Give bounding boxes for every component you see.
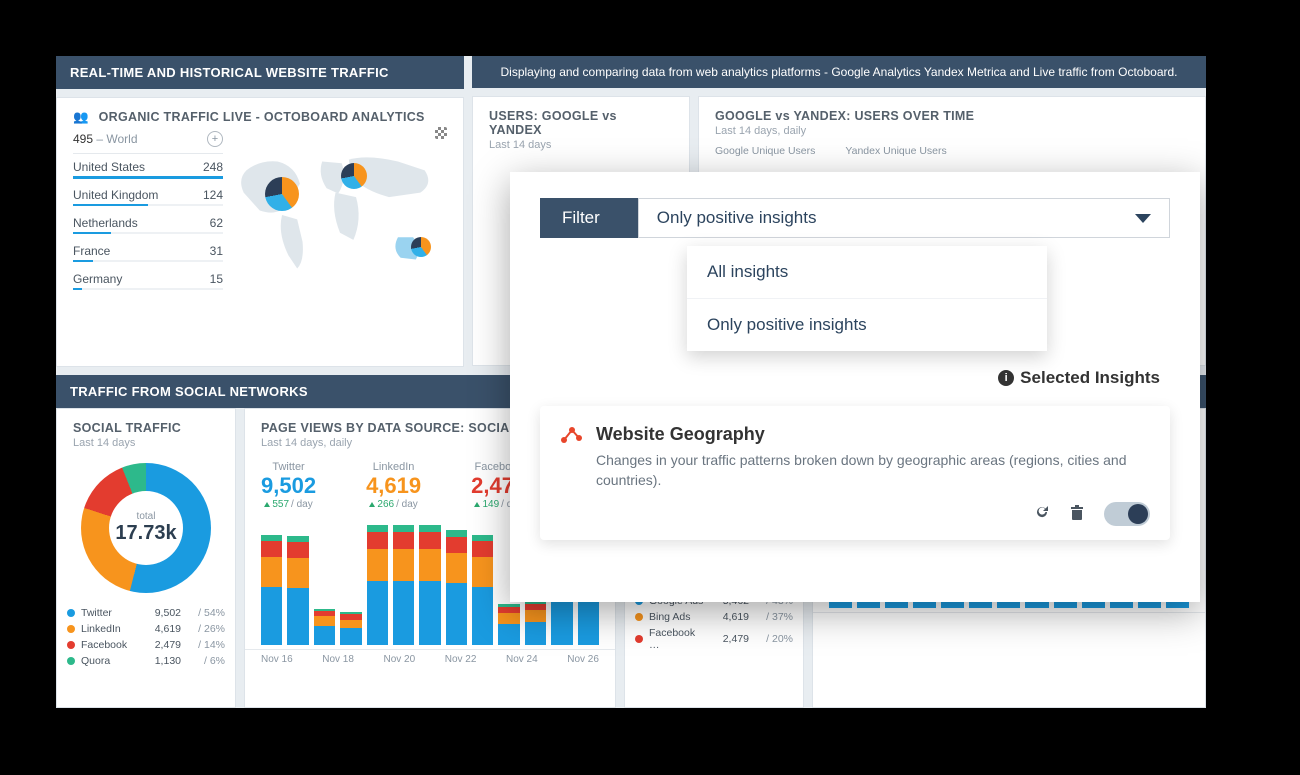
main-title: REAL-TIME AND HISTORICAL WEBSITE TRAFFIC xyxy=(56,56,464,89)
organic-title: 👥 ORGANIC TRAFFIC LIVE - OCTOBOARD ANALY… xyxy=(57,98,463,127)
country-row[interactable]: United Kingdom124 xyxy=(73,182,223,206)
social-legend: Twitter9,502/ 54% LinkedIn4,619/ 26% Fac… xyxy=(57,599,235,675)
country-list: 495 – World + United States248 United Ki… xyxy=(73,127,223,294)
users-time-sub: Last 14 days, daily xyxy=(699,125,1205,145)
xlabel: Nov 24 xyxy=(506,654,538,665)
people-icon: 👥 xyxy=(73,110,89,124)
filter-selected-text: Only positive insights xyxy=(657,208,817,228)
legend-item[interactable]: LinkedIn4,619/ 26% xyxy=(67,621,225,637)
filter-label: Filter xyxy=(540,198,638,238)
chevron-down-icon xyxy=(1135,214,1151,223)
social-sub: Last 14 days xyxy=(57,437,235,457)
filter-dropdown: All insights Only positive insights xyxy=(687,246,1047,351)
legend-yandex: Yandex Unique Users xyxy=(845,145,946,157)
dropdown-option-positive[interactable]: Only positive insights xyxy=(687,299,1047,351)
insights-overlay: Filter Only positive insights All insigh… xyxy=(510,172,1200,602)
legend-item[interactable]: Twitter9,502/ 54% xyxy=(67,605,225,621)
donut-total-value: 17.73k xyxy=(115,522,176,545)
insight-desc: Changes in your traffic patterns broken … xyxy=(596,451,1150,490)
xlabel: Nov 20 xyxy=(384,654,416,665)
country-row[interactable]: United States248 xyxy=(73,154,223,178)
users-time-title: GOOGLE vs YANDEX: USERS OVER TIME xyxy=(699,97,1205,125)
country-row[interactable]: Netherlands62 xyxy=(73,210,223,234)
transparency-icon xyxy=(435,127,447,139)
dropdown-option-all[interactable]: All insights xyxy=(687,246,1047,299)
description-bar: Displaying and comparing data from web a… xyxy=(472,56,1206,88)
add-country-button[interactable]: + xyxy=(207,131,223,147)
series-linkedin: LinkedIn 4,619 266 / day xyxy=(366,461,421,510)
users-gy-title: USERS: GOOGLE vs YANDEX xyxy=(473,97,689,139)
series-twitter: Twitter 9,502 557 / day xyxy=(261,461,316,510)
map-pie-au[interactable] xyxy=(411,237,431,257)
social-traffic-card: SOCIAL TRAFFIC Last 14 days total 17.73k… xyxy=(56,408,236,708)
insight-title: Website Geography xyxy=(596,424,1150,445)
legend-item[interactable]: Facebook2,479/ 14% xyxy=(67,637,225,653)
world-map[interactable] xyxy=(233,127,447,294)
insight-card: Website Geography Changes in your traffi… xyxy=(540,406,1170,540)
filter-select[interactable]: Only positive insights xyxy=(638,198,1170,238)
legend-google: Google Unique Users xyxy=(715,145,815,157)
users-gy-sub: Last 14 days xyxy=(473,139,689,159)
social-donut[interactable]: total 17.73k xyxy=(81,463,211,593)
info-icon[interactable]: i xyxy=(998,370,1014,386)
country-row[interactable]: Germany15 xyxy=(73,266,223,290)
legend-item[interactable]: Facebook …2,479/ 20% xyxy=(635,625,793,653)
xlabel: Nov 18 xyxy=(322,654,354,665)
legend-item[interactable]: Bing Ads4,619/ 37% xyxy=(635,609,793,625)
map-pie-eu[interactable] xyxy=(341,163,367,189)
social-title: SOCIAL TRAFFIC xyxy=(57,409,235,437)
trash-icon[interactable] xyxy=(1070,504,1084,525)
organic-traffic-card: 👥 ORGANIC TRAFFIC LIVE - OCTOBOARD ANALY… xyxy=(56,97,464,367)
insight-toggle[interactable] xyxy=(1104,502,1150,526)
xlabel: Nov 26 xyxy=(567,654,599,665)
country-row[interactable]: France31 xyxy=(73,238,223,262)
legend-item[interactable]: Quora1,130/ 6% xyxy=(67,653,225,669)
refresh-icon[interactable] xyxy=(1034,504,1050,525)
donut-total-label: total xyxy=(137,511,156,522)
network-icon xyxy=(560,426,582,449)
xlabel: Nov 16 xyxy=(261,654,293,665)
xlabel: Nov 22 xyxy=(445,654,477,665)
map-pie-us[interactable] xyxy=(265,177,299,211)
